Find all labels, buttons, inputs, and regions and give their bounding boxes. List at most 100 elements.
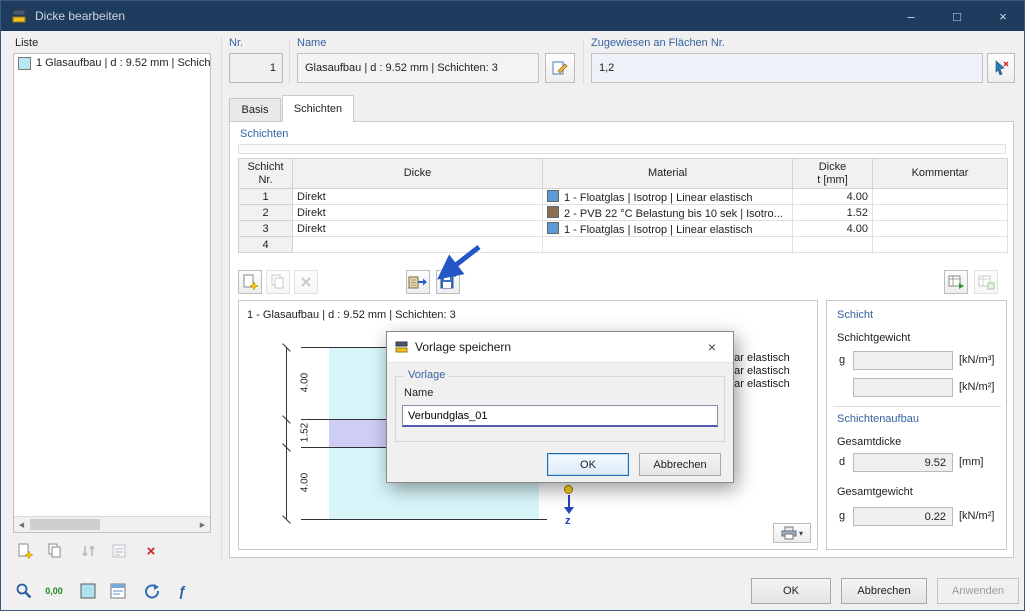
export-table-button[interactable] [944,270,968,294]
scroll-right-icon[interactable]: ▶ [195,517,210,532]
col-header-material: Material [542,158,793,189]
material-cell[interactable]: 1 - Floatglas | Isotrop | Linear elastis… [542,220,793,237]
delete-icon: × [146,542,156,560]
material-cell[interactable]: 1 - Floatglas | Isotrop | Linear elastis… [542,188,793,205]
table-row: 1 Direkt 1 - Floatglas | Isotrop | Linea… [238,188,1008,205]
dicke-type-cell[interactable] [292,236,543,253]
scroll-left-icon[interactable]: ◀ [14,517,29,532]
dicke-type-cell[interactable]: Direkt [292,220,543,237]
pick-surfaces-button[interactable] [987,53,1015,83]
print-preview-button[interactable]: ▾ [773,523,811,543]
legend-fragment: ear elastisch [728,378,790,390]
add-layer-button[interactable] [238,270,262,294]
cancel-button[interactable]: Abbrechen [841,578,927,604]
list-item-label: 1 Glasaufbau | d : 9.52 mm | Schich [36,57,211,69]
side-panel: Schicht Schichtgewicht g [kN/m³] [kN/m²]… [826,300,1007,550]
comment-cell[interactable] [872,220,1008,237]
col-header-kommentar: Kommentar [872,158,1008,189]
schichtgewicht-label: Schichtgewicht [837,332,911,344]
layer-weight-volume-field [853,351,953,370]
name-label: Name [297,37,327,49]
formula-button[interactable]: ƒ [169,579,195,603]
assigned-label: Zugewiesen an Flächen Nr. [591,37,725,49]
renumber-icon [112,544,126,558]
panel-divider [221,37,222,561]
apply-button[interactable]: Anwenden [937,578,1019,604]
col-header-t: Dicke t [mm] [792,158,873,189]
renumber-list-button[interactable] [107,539,131,563]
assigned-field[interactable]: 1,2 [591,53,983,83]
dicke-type-cell[interactable]: Direkt [292,188,543,205]
layers-section-title: Schichten [240,128,289,140]
d-label: d [839,456,846,468]
gw-label: g [839,510,846,522]
window-titlebar[interactable]: Dicke bearbeiten – □ × [1,1,1024,31]
z-axis-arrowhead [564,507,574,514]
row-number-cell[interactable]: 4 [238,236,293,253]
thickness-cell[interactable]: 4.00 [792,220,873,237]
color-square-icon [80,583,96,599]
navigator-button[interactable] [105,579,131,603]
program-settings-button[interactable] [11,579,37,603]
material-cell[interactable]: 2 - PVB 22 °C Belastung bis 10 sek | Iso… [542,204,793,221]
ok-button[interactable]: OK [751,578,831,604]
nr-field: 1 [229,53,283,83]
col-header-dicke: Dicke [292,158,543,189]
modal-titlebar[interactable]: Vorlage speichern × [387,332,733,363]
minimize-icon[interactable]: – [888,1,934,31]
new-thickness-button[interactable] [13,539,37,563]
tab-basis[interactable]: Basis [229,98,281,122]
thickness-cell[interactable]: 4.00 [792,188,873,205]
dimension-line [286,347,287,519]
thickness-cell[interactable] [792,236,873,253]
total-thickness-field: 9.52 [853,453,953,472]
z-axis-label: z [565,515,571,527]
group-label: Vorlage [404,369,450,381]
copy-thickness-button[interactable] [43,539,67,563]
thickness-list[interactable]: 1 Glasaufbau | d : 9.52 mm | Schich ◀ ▶ [13,53,211,533]
list-label: Liste [15,37,39,49]
copy-layer-button[interactable] [266,270,290,294]
cursor-pick-icon [995,60,1009,76]
sort-list-button[interactable] [77,539,101,563]
dicke-type-cell[interactable]: Direkt [292,204,543,221]
delete-thickness-button[interactable]: × [139,539,163,563]
modal-cancel-button[interactable]: Abbrechen [639,453,721,476]
row-number-cell[interactable]: 2 [238,204,293,221]
print-table-button[interactable] [974,270,998,294]
delete-x-icon [301,277,311,287]
tab-schichten[interactable]: Schichten [282,95,354,122]
row-number-cell[interactable]: 1 [238,188,293,205]
list-item[interactable]: 1 Glasaufbau | d : 9.52 mm | Schich [14,54,210,72]
display-colors-button[interactable] [75,579,101,603]
save-template-dialog: Vorlage speichern × Vorlage Name OK Abbr… [386,331,734,483]
delete-layer-button[interactable] [294,270,318,294]
comment-cell[interactable] [872,188,1008,205]
material-cell[interactable] [542,236,793,253]
formula-icon: ƒ [178,583,186,599]
refresh-button[interactable] [139,579,165,603]
name-field[interactable]: Glasaufbau | d : 9.52 mm | Schichten: 3 [297,53,539,83]
list-hscrollbar[interactable]: ◀ ▶ [14,516,210,532]
units-icon: 0,00 [45,586,63,596]
close-icon[interactable]: × [980,1,1024,31]
edit-name-button[interactable] [545,53,575,83]
maximize-icon[interactable]: □ [934,1,980,31]
table-row: 3 Direkt 1 - Floatglas | Isotrop | Linea… [238,220,1008,237]
scroll-thumb[interactable] [30,519,100,530]
thickness-cell[interactable]: 1.52 [792,204,873,221]
row-number-cell[interactable]: 3 [238,220,293,237]
layer-boundary [301,519,547,520]
nr-label: Nr. [229,37,244,49]
comment-cell[interactable] [872,204,1008,221]
units-button[interactable]: 0,00 [41,579,67,603]
template-name-input[interactable] [402,405,718,427]
dim-label: 1.52 [299,422,311,443]
modal-close-icon[interactable]: × [691,332,733,362]
gesamtdicke-label: Gesamtdicke [837,436,902,448]
g-label: g [839,354,846,366]
modal-ok-button[interactable]: OK [547,453,629,476]
table-export-icon [948,275,964,289]
comment-cell[interactable] [872,236,1008,253]
unit-label: [mm] [959,456,984,468]
